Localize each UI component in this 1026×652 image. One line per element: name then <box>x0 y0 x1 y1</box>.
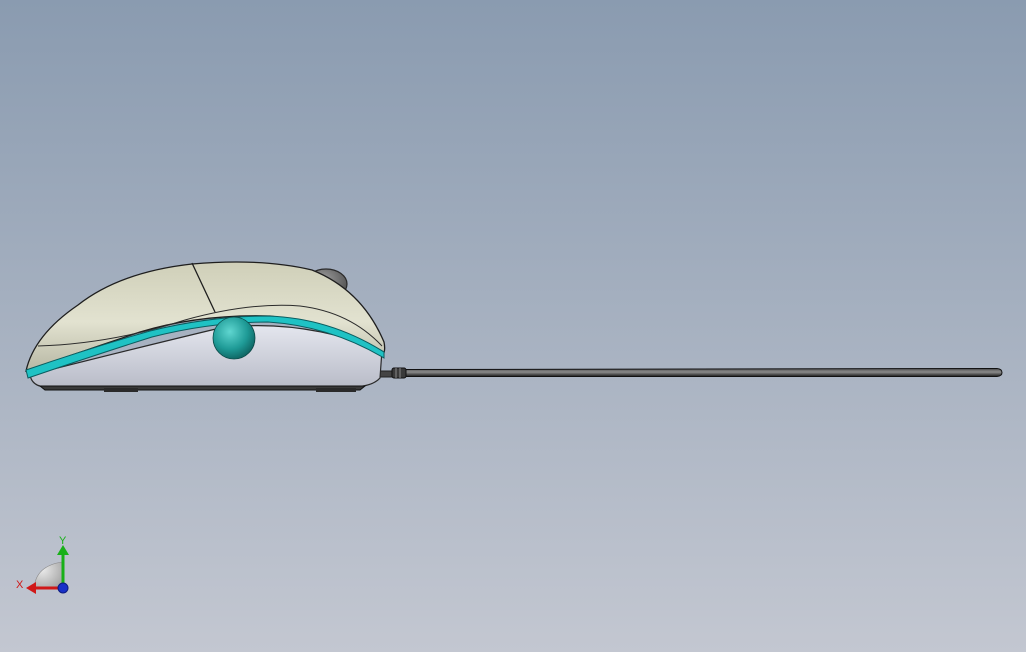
cad-viewport[interactable]: Y X <box>0 0 1026 652</box>
x-axis-label: X <box>16 579 24 591</box>
y-axis-label: Y <box>59 535 67 547</box>
z-axis-dot <box>57 582 69 594</box>
viewport-canvas[interactable]: Y X <box>0 0 1026 652</box>
mouse-cable[interactable] <box>379 367 1003 379</box>
trackball[interactable] <box>212 316 256 360</box>
foot-front <box>104 388 138 392</box>
foot-back <box>316 388 356 392</box>
